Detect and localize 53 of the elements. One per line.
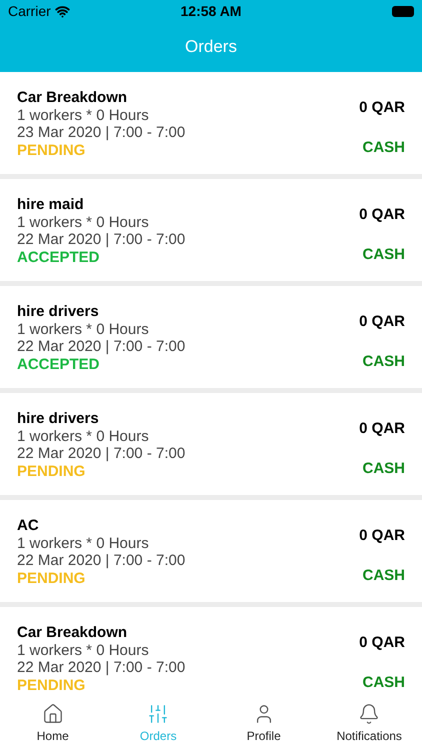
order-price: 0 QAR — [359, 419, 405, 439]
order-workers: 1 workers * 0 Hours — [17, 428, 150, 445]
order-workers: 1 workers * 0 Hours — [17, 214, 150, 231]
order-workers: 1 workers * 0 Hours — [17, 107, 150, 124]
payment-method: CASH — [362, 138, 405, 158]
order-date: 23 Mar 2020 | 7:00 - 7:00 — [17, 124, 186, 142]
home-icon — [42, 702, 64, 724]
sliders-icon — [147, 702, 170, 724]
order-status: PENDING — [17, 463, 86, 481]
tab[interactable]: Notifications — [316, 697, 422, 750]
order-date: 22 Mar 2020 | 7:00 - 7:00 — [17, 659, 186, 677]
order-title: hire drivers — [17, 303, 100, 321]
order-status: ACCEPTED — [17, 249, 101, 267]
order-date: 22 Mar 2020 | 7:00 - 7:00 — [17, 552, 186, 570]
order-date: 22 Mar 2020 | 7:00 - 7:00 — [17, 445, 186, 463]
order-card[interactable]: Car Breakdown 1 workers * 0 Hours 23 Mar 2020 | 7:00 - 7:00 PENDING 0 QAR CASH — [0, 72, 422, 174]
order-title: AC — [17, 517, 40, 535]
order-status: ACCEPTED — [17, 356, 101, 374]
order-title: hire drivers — [17, 410, 100, 428]
tab[interactable]: Profile — [211, 697, 316, 750]
order-status: PENDING — [17, 142, 86, 160]
order-title: hire maid — [17, 196, 85, 214]
order-card[interactable]: hire drivers 1 workers * 0 Hours 22 Mar 2020 | 7:00 - 7:00 ACCEPTED 0 QAR CASH — [0, 286, 422, 388]
payment-method: CASH — [362, 352, 405, 372]
order-workers: 1 workers * 0 Hours — [17, 321, 150, 338]
order-card[interactable]: hire drivers 1 workers * 0 Hours 22 Mar 2020 | 7:00 - 7:00 PENDING 0 QAR CASH — [0, 393, 422, 495]
order-status: PENDING — [17, 570, 86, 588]
order-title: Car Breakdown — [17, 624, 128, 642]
order-price: 0 QAR — [359, 526, 405, 546]
order-status: PENDING — [17, 677, 86, 695]
order-card[interactable]: AC 1 workers * 0 Hours 22 Mar 2020 | 7:00 - 7:00 PENDING 0 QAR CASH — [0, 500, 422, 602]
header-title: Orders — [185, 36, 237, 58]
payment-method: CASH — [362, 672, 405, 692]
order-card[interactable]: hire maid 1 workers * 0 Hours 22 Mar 2020 | 7:00 - 7:00 ACCEPTED 0 QAR CASH — [0, 179, 422, 281]
payment-method: CASH — [362, 458, 405, 478]
payment-method: CASH — [362, 244, 405, 264]
battery-icon — [392, 6, 414, 16]
order-card[interactable]: Car Breakdown 1 workers * 0 Hours 22 Mar 2020 | 7:00 - 7:00 PENDING 0 QAR CASH — [0, 607, 422, 697]
order-price: 0 QAR — [359, 98, 405, 118]
carrier-label: Carrier — [8, 2, 51, 20]
order-workers: 1 workers * 0 Hours — [17, 535, 150, 552]
order-price: 0 QAR — [359, 633, 405, 653]
order-price: 0 QAR — [359, 205, 405, 225]
bell-icon — [358, 702, 380, 724]
order-title: Car Breakdown — [17, 89, 128, 107]
order-price: 0 QAR — [359, 312, 405, 332]
status-time: 12:58 AM — [180, 2, 242, 20]
tab[interactable]: Home — [0, 697, 106, 750]
order-date: 22 Mar 2020 | 7:00 - 7:00 — [17, 231, 186, 249]
order-date: 22 Mar 2020 | 7:00 - 7:00 — [17, 338, 186, 356]
order-workers: 1 workers * 0 Hours — [17, 642, 150, 659]
wifi-icon — [54, 4, 70, 18]
payment-method: CASH — [362, 566, 405, 586]
